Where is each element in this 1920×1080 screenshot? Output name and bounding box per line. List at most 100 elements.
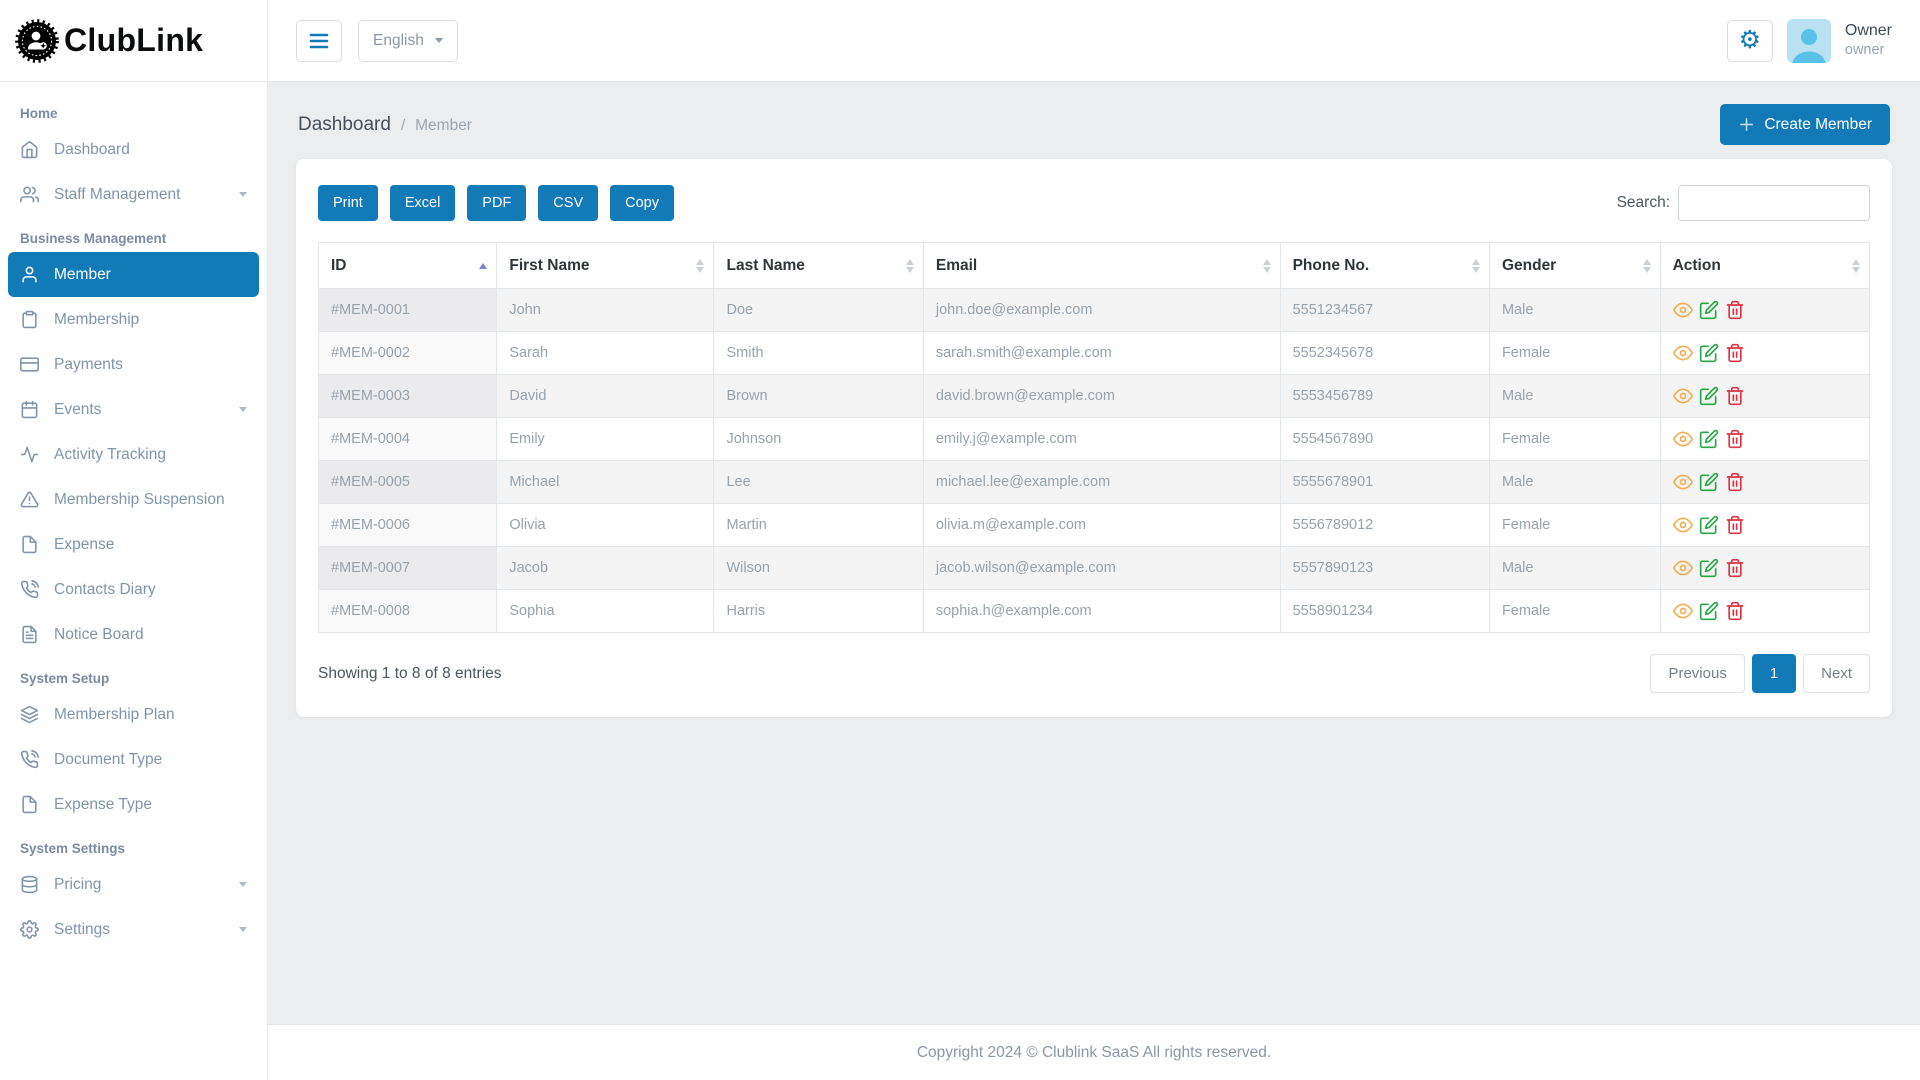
print-button[interactable]: Print	[318, 185, 378, 221]
edit-icon[interactable]	[1699, 343, 1719, 363]
table-row: #MEM-0006 Olivia Martin olivia.m@example.co…	[317, 503, 1871, 547]
cell-email: sarah.smith@example.com	[922, 331, 1281, 375]
sidebar-item-pricing[interactable]: Pricing	[8, 862, 259, 907]
edit-icon[interactable]	[1699, 601, 1719, 621]
cell-phone: 5558901234	[1279, 589, 1490, 633]
sidebar-item-member[interactable]: Member	[8, 252, 259, 297]
sidebar-item-document-type[interactable]: Document Type	[8, 737, 259, 782]
column-header-action[interactable]: Action	[1659, 242, 1871, 289]
database-icon	[20, 875, 39, 894]
cell-phone: 5554567890	[1279, 417, 1490, 461]
sidebar-item-membership[interactable]: Membership	[8, 297, 259, 342]
topbar-right: ⚙ Owner owner	[1726, 18, 1892, 63]
sidebar-item-activity-tracking[interactable]: Activity Tracking	[8, 432, 259, 477]
csv-button[interactable]: CSV	[538, 185, 599, 221]
sort-icon	[1471, 258, 1480, 273]
delete-icon[interactable]	[1725, 300, 1745, 320]
phone-call-icon	[20, 580, 39, 599]
cell-id: #MEM-0008	[317, 589, 498, 633]
cell-email: emily.j@example.com	[922, 417, 1281, 461]
sidebar: ClubLink Home Dashboard Staff Management Bu…	[0, 0, 268, 1080]
cell-phone: 5557890123	[1279, 546, 1490, 590]
cell-last-name: Johnson	[713, 417, 924, 461]
delete-icon[interactable]	[1725, 515, 1745, 535]
sidebar-item-expense-type[interactable]: Expense Type	[8, 782, 259, 827]
sidebar-item-contacts-diary[interactable]: Contacts Diary	[8, 567, 259, 612]
pagination-previous[interactable]: Previous	[1650, 654, 1745, 693]
edit-icon[interactable]	[1699, 429, 1719, 449]
view-icon[interactable]	[1672, 472, 1693, 492]
delete-icon[interactable]	[1725, 601, 1745, 621]
sidebar-item-expense[interactable]: Expense	[8, 522, 259, 567]
cell-action	[1659, 460, 1871, 504]
delete-icon[interactable]	[1725, 429, 1745, 449]
sidebar-item-label: Member	[54, 265, 111, 283]
create-member-button[interactable]: Create Member	[1720, 104, 1890, 145]
breadcrumb-dashboard[interactable]: Dashboard	[298, 114, 391, 136]
cell-id: #MEM-0002	[317, 331, 498, 375]
file-icon	[20, 795, 39, 814]
delete-icon[interactable]	[1725, 472, 1745, 492]
cell-email: michael.lee@example.com	[922, 460, 1281, 504]
language-dropdown[interactable]: English	[358, 19, 458, 62]
column-header-email[interactable]: Email	[922, 242, 1281, 289]
column-header-last-name[interactable]: Last Name	[713, 242, 924, 289]
sidebar-item-events[interactable]: Events	[8, 387, 259, 432]
edit-icon[interactable]	[1699, 472, 1719, 492]
sidebar-item-membership-suspension[interactable]: Membership Suspension	[8, 477, 259, 522]
pagination-next[interactable]: Next	[1803, 654, 1870, 693]
sidebar-item-notice-board[interactable]: Notice Board	[8, 612, 259, 657]
sort-icon	[905, 258, 914, 273]
column-header-gender[interactable]: Gender	[1488, 242, 1661, 289]
user-name: Owner	[1844, 22, 1892, 40]
excel-button[interactable]: Excel	[389, 185, 456, 221]
view-icon[interactable]	[1672, 300, 1693, 320]
cell-email: david.brown@example.com	[922, 374, 1281, 418]
view-icon[interactable]	[1672, 558, 1693, 578]
edit-icon[interactable]	[1699, 300, 1719, 320]
view-icon[interactable]	[1672, 601, 1693, 621]
activity-icon	[20, 445, 39, 464]
footer: Copyright 2024 © Clublink SaaS All right…	[268, 1024, 1920, 1080]
column-header-id[interactable]: ID	[317, 242, 498, 289]
search-label: Search:	[1616, 194, 1670, 211]
sidebar-item-settings[interactable]: Settings	[8, 907, 259, 952]
delete-icon[interactable]	[1725, 558, 1745, 578]
avatar[interactable]	[1786, 18, 1831, 63]
delete-icon[interactable]	[1725, 343, 1745, 363]
plus-icon	[1738, 116, 1755, 133]
sidebar-item-label: Membership Plan	[54, 705, 175, 723]
cell-action	[1659, 417, 1871, 461]
edit-icon[interactable]	[1699, 515, 1719, 535]
column-header-phone-no-[interactable]: Phone No.	[1279, 242, 1490, 289]
search-input[interactable]	[1678, 185, 1870, 221]
view-icon[interactable]	[1672, 343, 1693, 363]
user-block[interactable]: Owner owner	[1845, 21, 1892, 59]
sidebar-item-payments[interactable]: Payments	[8, 342, 259, 387]
view-icon[interactable]	[1672, 515, 1693, 535]
cell-first-name: Jacob	[496, 546, 715, 590]
sidebar-toggle-button[interactable]	[296, 19, 342, 62]
copy-button[interactable]: Copy	[610, 185, 674, 221]
pagination-page-1[interactable]: 1	[1751, 654, 1797, 693]
sidebar-item-membership-plan[interactable]: Membership Plan	[8, 692, 259, 737]
view-icon[interactable]	[1672, 386, 1693, 406]
brand-logo[interactable]: ClubLink	[0, 0, 267, 82]
table-footer: Showing 1 to 8 of 8 entries Previous 1 N…	[318, 654, 1870, 693]
cell-email: jacob.wilson@example.com	[922, 546, 1281, 590]
table-row: #MEM-0003 David Brown david.brown@example.c…	[317, 374, 1871, 418]
sort-icon	[1642, 258, 1651, 273]
sidebar-item-label: Staff Management	[54, 185, 181, 203]
delete-icon[interactable]	[1725, 386, 1745, 406]
settings-button[interactable]: ⚙	[1726, 19, 1773, 62]
view-icon[interactable]	[1672, 429, 1693, 449]
brand-badge-icon	[14, 18, 60, 64]
sidebar-item-dashboard[interactable]: Dashboard	[8, 127, 259, 172]
edit-icon[interactable]	[1699, 386, 1719, 406]
column-header-first-name[interactable]: First Name	[496, 242, 715, 289]
pdf-button[interactable]: PDF	[467, 185, 527, 221]
breadcrumb: Dashboard / Member Create Member	[296, 98, 1892, 159]
edit-icon[interactable]	[1699, 558, 1719, 578]
sidebar-item-staff-management[interactable]: Staff Management	[8, 172, 259, 217]
sidebar-item-label: Membership Suspension	[54, 490, 225, 508]
